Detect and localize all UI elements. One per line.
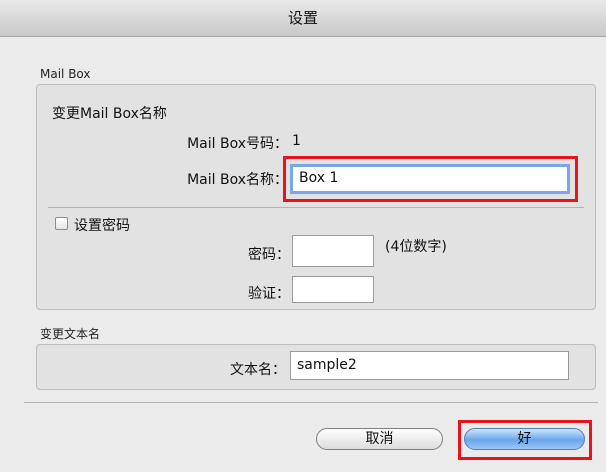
- document-name-label: 文本名：: [230, 362, 286, 378]
- dialog-title: 设置: [0, 0, 606, 37]
- password-input[interactable]: [292, 235, 374, 267]
- password-hint: (4位数字): [385, 239, 447, 255]
- set-password-label: 设置密码: [74, 218, 130, 234]
- settings-dialog: 设置 Mail Box 变更Mail Box名称 Mail Box号码： 1 M…: [0, 0, 606, 472]
- verify-input[interactable]: [292, 276, 374, 303]
- group-divider: [48, 207, 584, 208]
- cancel-button[interactable]: 取消: [316, 428, 443, 450]
- mailbox-number-label: Mail Box号码：: [187, 136, 288, 152]
- mailbox-number-value: 1: [292, 133, 301, 149]
- dialog-divider: [24, 402, 598, 403]
- rename-section-title: 变更Mail Box名称: [52, 106, 167, 122]
- mailbox-name-input[interactable]: Box 1: [290, 164, 570, 194]
- ok-button[interactable]: 好: [464, 428, 585, 450]
- set-password-checkbox[interactable]: [55, 217, 68, 230]
- mailbox-name-label: Mail Box名称：: [187, 172, 288, 188]
- document-name-input[interactable]: sample2: [290, 351, 569, 380]
- mailbox-group-label: Mail Box: [40, 67, 91, 81]
- document-group-label: 变更文本名: [40, 327, 101, 341]
- password-label: 密码：: [248, 247, 290, 263]
- verify-label: 验证：: [248, 286, 290, 302]
